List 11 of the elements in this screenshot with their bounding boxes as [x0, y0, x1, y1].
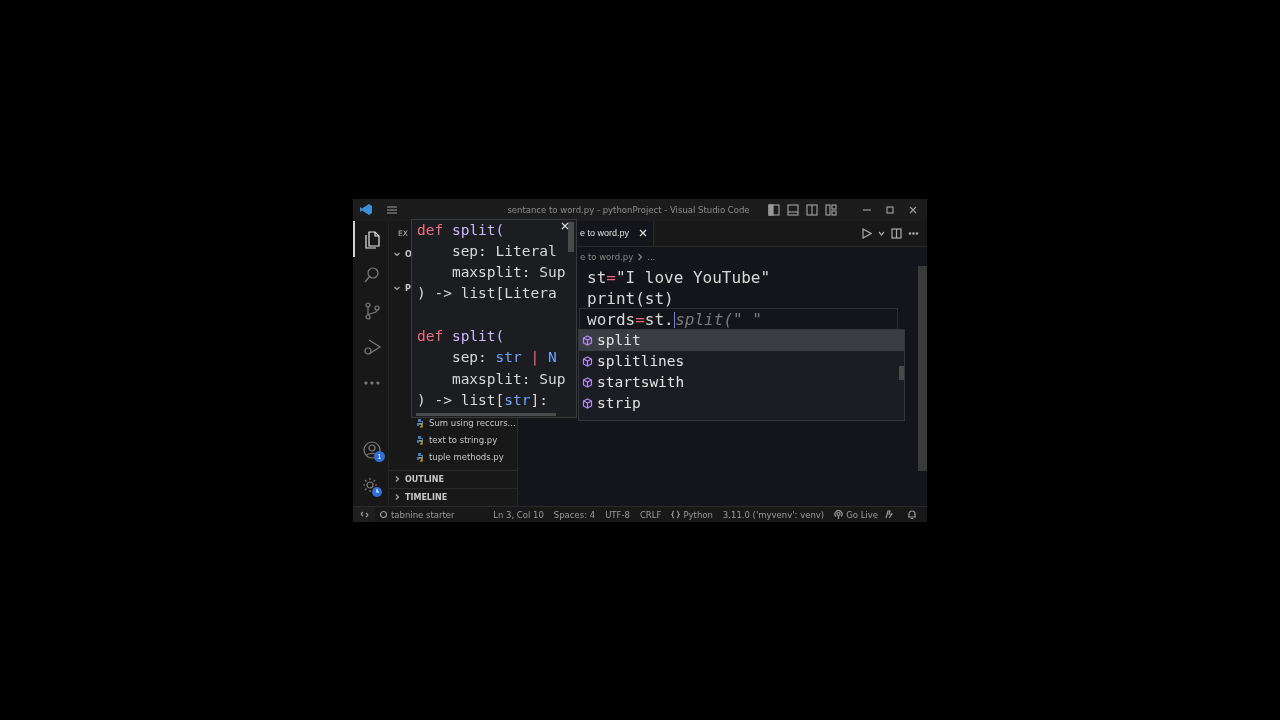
- signature-line: maxsplit: Sup: [450, 263, 566, 283]
- window-title: sentance to word.py - pythonProject - Visual Studio Code: [506, 204, 751, 215]
- signature-line: def split(: [417, 327, 505, 346]
- signature-line: ) -> list[str]:: [417, 390, 548, 410]
- signature-line: def split(: [417, 220, 505, 240]
- code-line: print(st): [586, 287, 675, 309]
- signature-line: ) -> list[Litera: [417, 284, 557, 304]
- code-line: words=st.split(" ": [580, 308, 897, 330]
- signature-line: sep: str | N: [450, 348, 557, 368]
- code-line: st="I love YouTube": [586, 266, 772, 288]
- signature-line: maxsplit: Sup: [450, 369, 566, 389]
